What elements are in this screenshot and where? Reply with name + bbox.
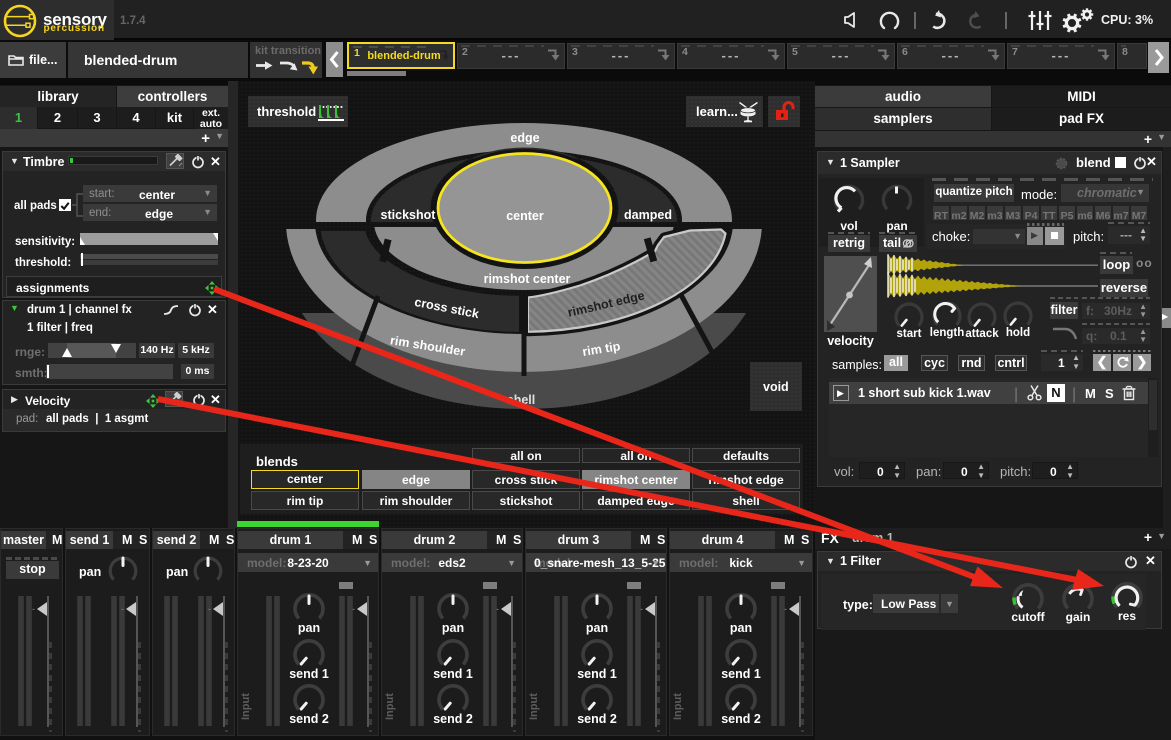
svg-text:edge: edge [510, 131, 539, 145]
svg-text:shell: shell [507, 393, 536, 407]
svg-text:damped: damped [624, 208, 672, 222]
svg-text:stickshot: stickshot [381, 208, 437, 222]
svg-text:rimshot center: rimshot center [484, 272, 571, 286]
svg-text:center: center [506, 209, 544, 223]
